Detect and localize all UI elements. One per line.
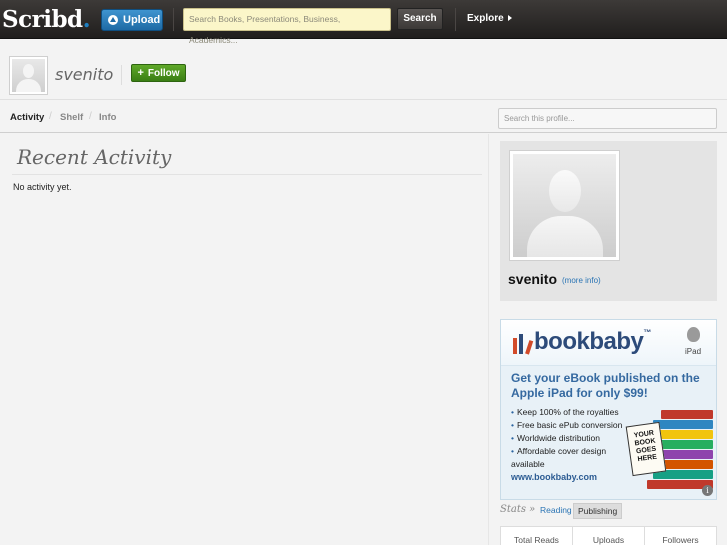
bookbaby-logo-icon xyxy=(513,332,534,355)
heading-rule xyxy=(12,174,482,175)
stats-tab-reading[interactable]: Reading xyxy=(536,503,576,517)
column-divider xyxy=(488,134,489,545)
ad-info-icon[interactable]: i xyxy=(702,485,713,496)
ad-body: Get your eBook published on the Apple iP… xyxy=(501,366,716,499)
tab-activity[interactable]: Activity xyxy=(10,112,44,123)
tab-info[interactable]: Info xyxy=(99,112,116,123)
follow-label: Follow xyxy=(147,67,180,79)
apple-icon xyxy=(687,327,700,342)
profile-avatar[interactable] xyxy=(509,150,620,261)
site-search-input[interactable]: Search Books, Presentations, Business, A… xyxy=(183,8,391,45)
bookbaby-ad[interactable]: bookbaby™ iPad Get your eBook published … xyxy=(500,319,717,500)
book-cover: YOUR BOOK GOES HERE xyxy=(625,421,667,477)
sidebar-profile-card: svenito (more info) xyxy=(500,141,717,301)
default-avatar-icon xyxy=(12,59,45,92)
tab-shelf[interactable]: Shelf xyxy=(60,112,83,123)
topbar-divider xyxy=(173,8,174,31)
ad-bullet: Affordable cover design available xyxy=(511,445,631,471)
ad-url: www.bookbaby.com xyxy=(511,472,598,482)
explore-menu[interactable]: Explore xyxy=(467,13,512,24)
trademark-symbol: ™ xyxy=(643,328,651,337)
stats-tab-publishing[interactable]: Publishing xyxy=(573,503,623,519)
default-avatar-icon xyxy=(513,154,616,257)
ad-headline: Get your eBook published on the Apple iP… xyxy=(511,371,700,400)
bookbaby-logo-text: bookbaby xyxy=(534,328,644,355)
search-button[interactable]: Search xyxy=(397,8,443,30)
stats-table: Total Reads Uploads Followers xyxy=(500,526,717,545)
stats-column-total-reads: Total Reads xyxy=(501,527,573,545)
bookbaby-logo: bookbaby™ xyxy=(534,328,651,356)
header-divider xyxy=(121,65,122,85)
top-navigation-bar: Scribd. Upload Search Books, Presentatio… xyxy=(0,0,727,45)
profile-username: svenito xyxy=(55,65,114,84)
ad-bullet-list: Keep 100% of the royalties Free basic eP… xyxy=(511,406,631,471)
profile-search-input[interactable]: Search this profile... xyxy=(498,108,717,129)
upload-icon xyxy=(108,15,118,25)
tab-divider: / xyxy=(89,111,92,122)
ipad-label: iPad xyxy=(685,347,702,356)
sidebar-username: svenito xyxy=(508,271,558,287)
logo-text: Scribd xyxy=(2,6,83,33)
recent-activity-heading: Recent Activity xyxy=(17,145,172,169)
profile-avatar-thumbnail[interactable] xyxy=(9,56,48,95)
follow-button[interactable]: + Follow xyxy=(131,64,186,82)
topbar-divider xyxy=(455,8,456,31)
ad-bullet: Worldwide distribution xyxy=(511,432,631,445)
profile-header: svenito + Follow xyxy=(0,48,727,100)
explore-label: Explore xyxy=(467,13,504,24)
ad-bullet: Free basic ePub conversion xyxy=(511,419,631,432)
logo-dot: . xyxy=(82,6,91,33)
upload-button[interactable]: Upload xyxy=(101,9,163,31)
stats-label: Stats » xyxy=(500,504,536,515)
upload-label: Upload xyxy=(123,14,161,26)
empty-activity-message: No activity yet. xyxy=(13,182,72,192)
book-stack-image: YOUR BOOK GOES HERE xyxy=(623,406,713,494)
more-info-link[interactable]: (more info) xyxy=(562,276,601,285)
ad-header: bookbaby™ iPad xyxy=(501,320,716,366)
caret-right-icon xyxy=(507,15,512,22)
stats-column-followers: Followers xyxy=(662,535,699,545)
tab-divider: / xyxy=(49,111,52,122)
stats-column-uploads: Uploads xyxy=(573,527,645,545)
plus-icon: + xyxy=(137,67,144,79)
profile-tabs: Activity / Shelf / Info Search this prof… xyxy=(0,106,727,133)
scribd-logo[interactable]: Scribd. xyxy=(2,6,91,33)
ad-bullet: Keep 100% of the royalties xyxy=(511,406,631,419)
